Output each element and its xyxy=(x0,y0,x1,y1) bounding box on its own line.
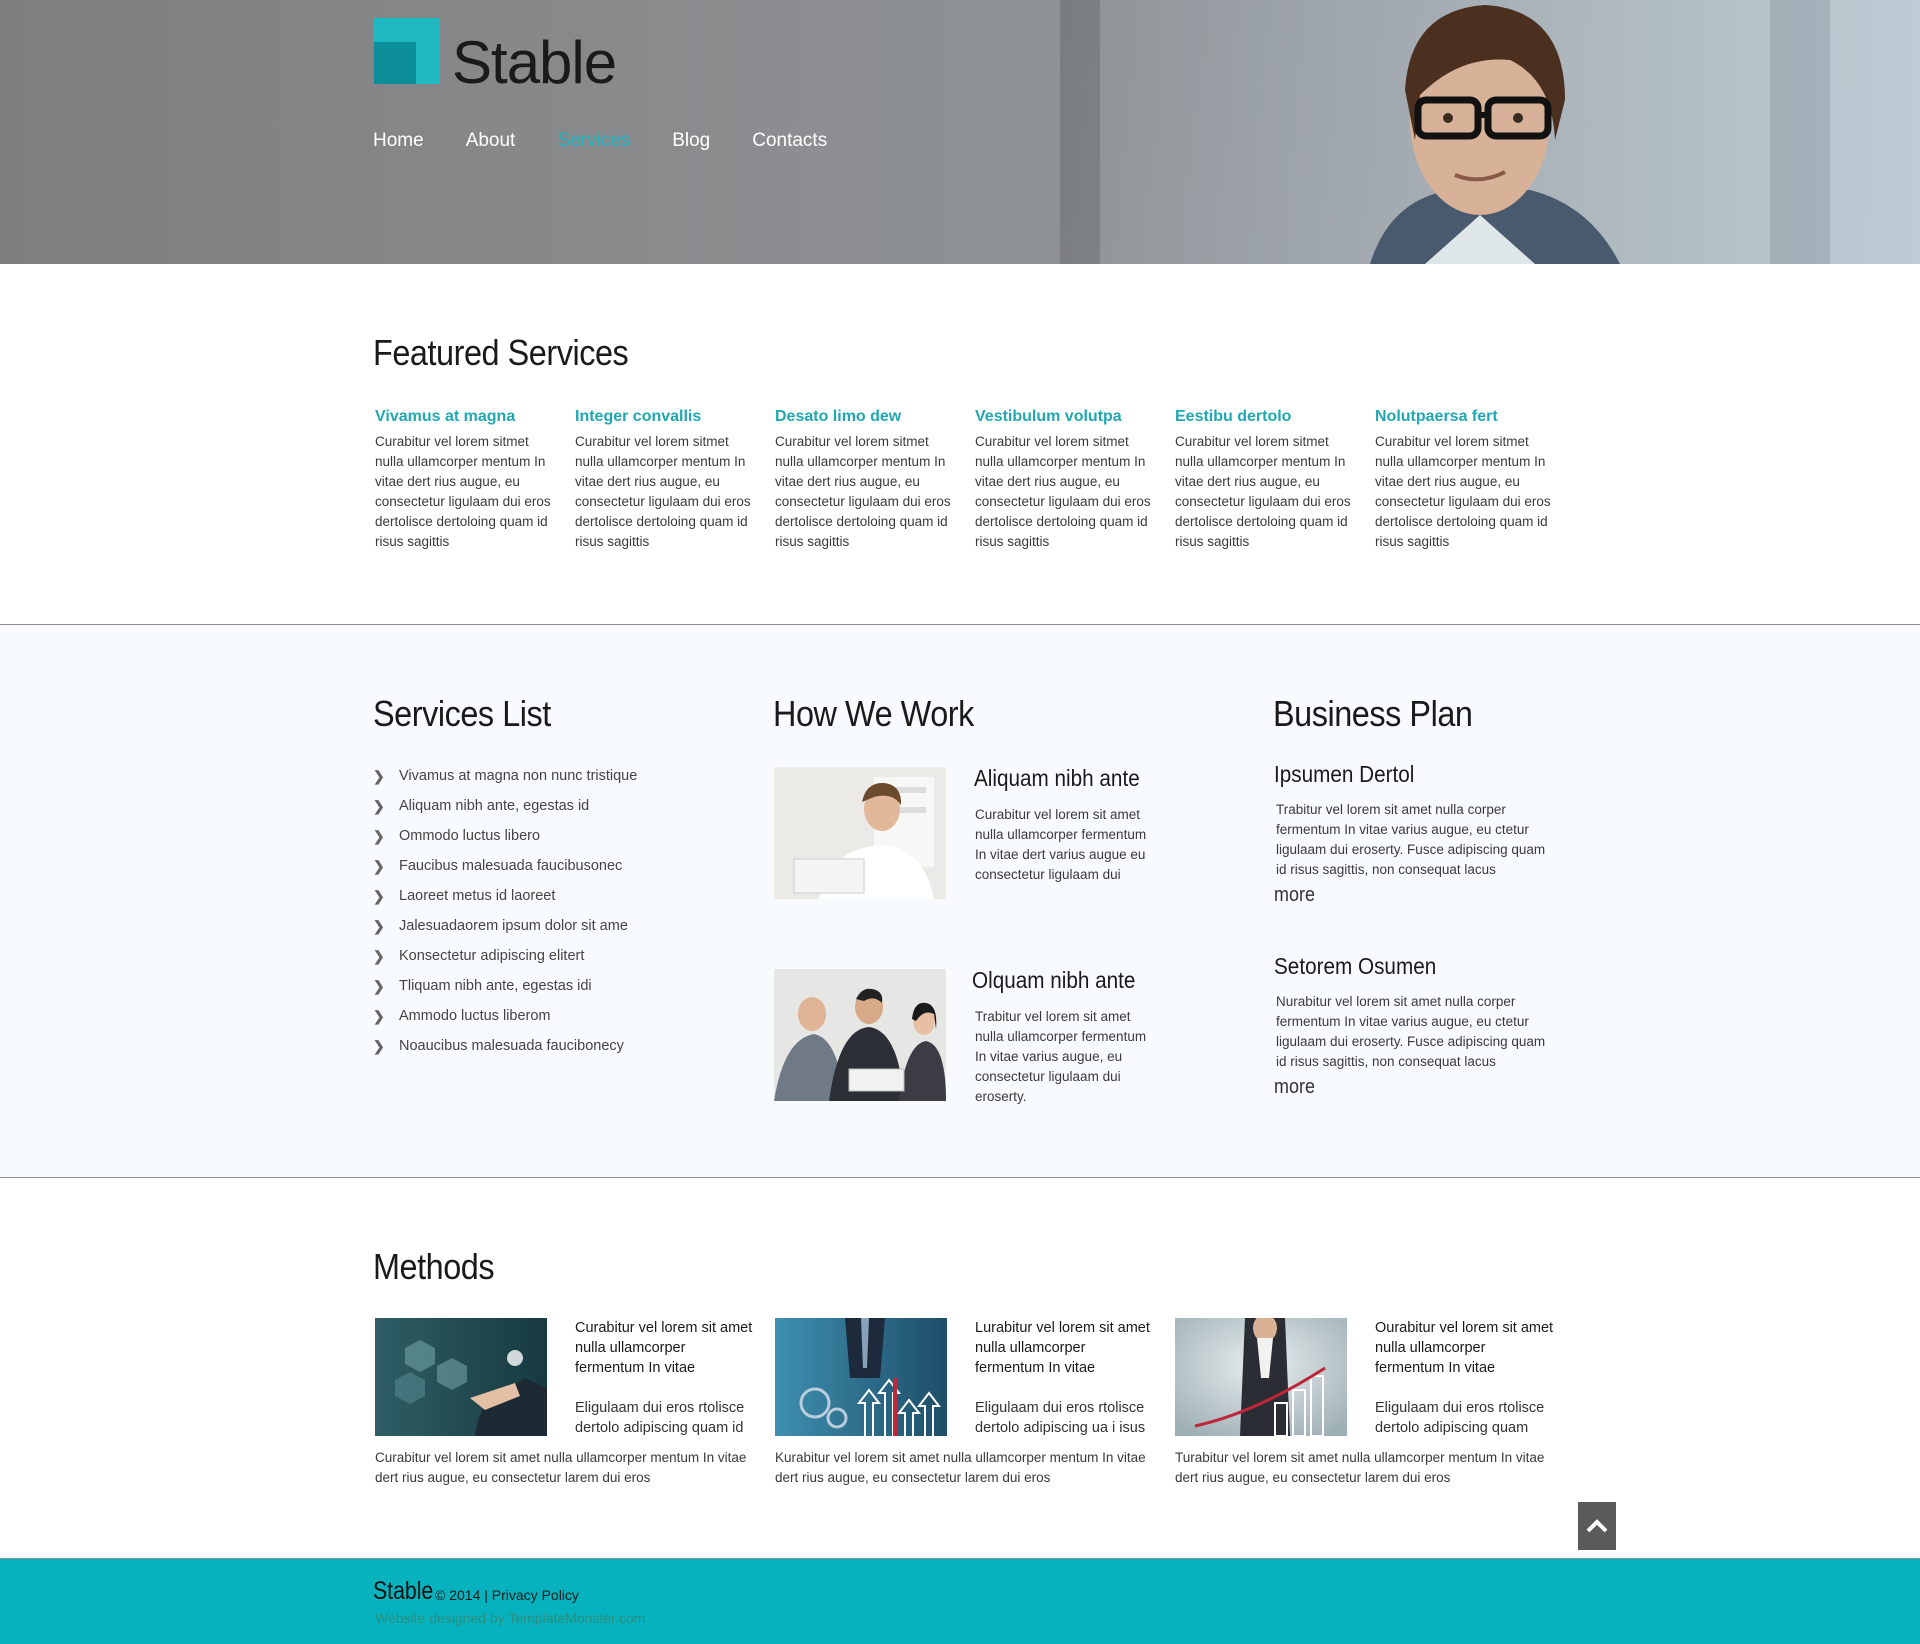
featured-service-title[interactable]: Eestibu dertolo xyxy=(1175,408,1375,426)
featured-service-text: Curabitur vel lorem sitmet nulla ullamco… xyxy=(775,434,951,549)
work-item-title[interactable]: Aliquam nibh ante xyxy=(974,765,1140,792)
header-banner: Stable Home About Services Blog Contacts xyxy=(0,0,1920,264)
plan-item-text: Trabitur vel lorem sit amet nulla corper… xyxy=(1276,802,1546,877)
chevron-right-icon: ❯ xyxy=(373,767,385,784)
nav-about[interactable]: About xyxy=(466,130,516,152)
nav-contacts[interactable]: Contacts xyxy=(752,130,827,152)
featured-service-item: Integer convallis Curabitur vel lorem si… xyxy=(575,408,775,552)
featured-services-grid: Vivamus at magna Curabitur vel lorem sit… xyxy=(375,408,1575,552)
chevron-right-icon: ❯ xyxy=(373,1007,385,1024)
method-sub: Eligulaam dui eros rtolisce dertolo adip… xyxy=(575,1400,745,1436)
more-link[interactable]: more xyxy=(1274,884,1315,907)
list-item[interactable]: ❯ Laoreet metus id laoreet xyxy=(373,881,637,911)
list-item[interactable]: ❯ Ammodo luctus liberom xyxy=(373,1001,637,1031)
plan-item-text: Nurabitur vel lorem sit amet nulla corpe… xyxy=(1276,994,1546,1069)
featured-service-item: Vivamus at magna Curabitur vel lorem sit… xyxy=(375,408,575,552)
chevron-right-icon: ❯ xyxy=(373,797,385,814)
list-item[interactable]: ❯ Konsectetur adipiscing elitert xyxy=(373,941,637,971)
work-item-text: Trabitur vel lorem sit amet nulla ullamc… xyxy=(975,1009,1147,1104)
featured-service-text: Curabitur vel lorem sitmet nulla ullamco… xyxy=(1175,434,1351,549)
chevron-right-icon: ❯ xyxy=(373,887,385,904)
featured-service-title[interactable]: Vivamus at magna xyxy=(375,408,575,426)
plan-item: Ipsumen Dertol Trabitur vel lorem sit am… xyxy=(1274,761,1564,907)
services-list: ❯ Vivamus at magna non nunc tristique ❯ Al… xyxy=(373,761,637,1061)
footer-copyright: © 2014 | Privacy Policy xyxy=(435,1587,579,1603)
method-text: Curabitur vel lorem sit amet nulla ullam… xyxy=(375,1450,747,1485)
chevron-right-icon: ❯ xyxy=(373,827,385,844)
featured-service-text: Curabitur vel lorem sitmet nulla ullamco… xyxy=(975,434,1151,549)
featured-service-item: Vestibulum volutpa Curabitur vel lorem s… xyxy=(975,408,1175,552)
plan-item: Setorem Osumen Nurabitur vel lorem sit a… xyxy=(1274,953,1564,1099)
list-item[interactable]: ❯ Noaucibus malesuada faucibonecy xyxy=(373,1031,637,1061)
method-text: Kurabitur vel lorem sit amet nulla ullam… xyxy=(775,1450,1146,1485)
featured-service-title[interactable]: Integer convallis xyxy=(575,408,775,426)
work-item-text: Curabitur vel lorem sit amet nulla ullam… xyxy=(975,807,1147,882)
nav-services[interactable]: Services xyxy=(557,130,630,152)
business-growth-chart-photo[interactable] xyxy=(1175,1318,1347,1436)
business-plan-title: Business Plan xyxy=(1273,693,1473,734)
featured-services-title: Featured Services xyxy=(373,332,629,373)
featured-service-text: Curabitur vel lorem sitmet nulla ullamco… xyxy=(1375,434,1551,549)
services-list-title: Services List xyxy=(373,693,551,734)
touchscreen-hand-photo[interactable] xyxy=(375,1318,547,1436)
business-meeting-photo[interactable] xyxy=(774,969,946,1101)
method-sub: Eligulaam dui eros rtolisce dertolo adip… xyxy=(975,1400,1146,1436)
methods-title: Methods xyxy=(373,1246,495,1287)
how-we-work-title: How We Work xyxy=(773,693,974,734)
method-lead: Lurabitur vel lorem sit amet nulla ullam… xyxy=(975,1320,1150,1376)
plan-item-title: Ipsumen Dertol xyxy=(1274,761,1415,787)
chevron-right-icon: ❯ xyxy=(373,1037,385,1054)
methods-section: Methods Curabitur vel lorem sit amet nul… xyxy=(0,1178,1920,1559)
chevron-up-icon xyxy=(1586,1519,1608,1533)
footer-brand[interactable]: Stable xyxy=(373,1577,433,1606)
chevron-right-icon: ❯ xyxy=(373,977,385,994)
method-lead: Ourabitur vel lorem sit amet nulla ullam… xyxy=(1375,1320,1554,1376)
featured-service-title[interactable]: Desato limo dew xyxy=(775,408,975,426)
chevron-right-icon: ❯ xyxy=(373,947,385,964)
middle-section: Services List ❯ Vivamus at magna non nunc… xyxy=(0,625,1920,1178)
method-lead: Curabitur vel lorem sit amet nulla ullam… xyxy=(575,1320,753,1376)
growth-arrows-photo[interactable] xyxy=(775,1318,947,1436)
featured-service-item: Nolutpaersa fert Curabitur vel lorem sit… xyxy=(1375,408,1575,552)
list-item[interactable]: ❯ Ommodo luctus libero xyxy=(373,821,637,851)
list-item[interactable]: ❯ Vivamus at magna non nunc tristique xyxy=(373,761,637,791)
method-text: Turabitur vel lorem sit amet nulla ullam… xyxy=(1175,1450,1545,1485)
work-item-title[interactable]: Olquam nibh ante xyxy=(972,967,1135,994)
footer: Stable © 2014 | Privacy Policy Website d… xyxy=(0,1558,1920,1644)
nav-blog[interactable]: Blog xyxy=(672,130,710,152)
featured-service-text: Curabitur vel lorem sitmet nulla ullamco… xyxy=(375,434,551,549)
main-nav: Home About Services Blog Contacts xyxy=(373,130,869,152)
office-worker-photo[interactable] xyxy=(774,767,946,899)
list-item[interactable]: ❯ Jalesuadaorem ipsum dolor sit ame xyxy=(373,911,637,941)
privacy-policy-link[interactable]: Privacy Policy xyxy=(492,1587,579,1603)
list-item[interactable]: ❯ Aliquam nibh ante, egestas id xyxy=(373,791,637,821)
featured-service-title[interactable]: Nolutpaersa fert xyxy=(1375,408,1575,426)
back-to-top-button[interactable] xyxy=(1578,1502,1616,1550)
chevron-right-icon: ❯ xyxy=(373,857,385,874)
list-item[interactable]: ❯ Faucibus malesuada faucibusonec xyxy=(373,851,637,881)
brand-logo[interactable] xyxy=(374,18,440,84)
brand-name[interactable]: Stable xyxy=(452,28,617,97)
man-with-glasses-photo xyxy=(1370,5,1620,264)
featured-service-item: Desato limo dew Curabitur vel lorem sitm… xyxy=(775,408,975,552)
featured-service-text: Curabitur vel lorem sitmet nulla ullamco… xyxy=(575,434,751,549)
more-link[interactable]: more xyxy=(1274,1076,1315,1099)
featured-services-section: Featured Services Vivamus at magna Curab… xyxy=(0,264,1920,625)
plan-item-title: Setorem Osumen xyxy=(1274,953,1437,979)
featured-service-title[interactable]: Vestibulum volutpa xyxy=(975,408,1175,426)
chevron-right-icon: ❯ xyxy=(373,917,385,934)
nav-home[interactable]: Home xyxy=(373,130,424,152)
designer-credit-link[interactable]: Website designed by TemplateMonster.com xyxy=(375,1610,645,1626)
featured-service-item: Eestibu dertolo Curabitur vel lorem sitm… xyxy=(1175,408,1375,552)
list-item[interactable]: ❯ Tliquam nibh ante, egestas idi xyxy=(373,971,637,1001)
method-sub: Eligulaam dui eros rtolisce dertolo adip… xyxy=(1375,1400,1545,1436)
